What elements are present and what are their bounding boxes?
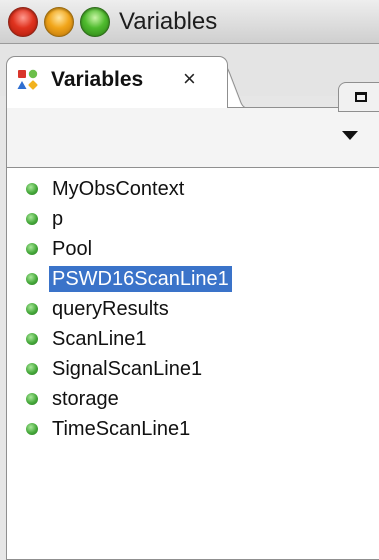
variable-icon — [26, 273, 38, 285]
variable-name: TimeScanLine1 — [52, 418, 191, 440]
variables-view-icon — [17, 69, 38, 90]
variable-name: Pool — [52, 238, 93, 260]
variable-name: MyObsContext — [52, 178, 185, 200]
variable-name: PSWD16ScanLine1 — [49, 266, 232, 292]
variable-icon — [26, 303, 38, 315]
maximize-icon — [355, 92, 367, 102]
variable-icon — [26, 243, 38, 255]
close-window-button[interactable] — [8, 7, 38, 37]
tab-label: Variables — [51, 68, 144, 91]
close-icon[interactable]: × — [183, 66, 196, 92]
list-item[interactable]: storage — [7, 384, 379, 414]
variable-name: ScanLine1 — [52, 328, 147, 350]
variable-icon — [26, 363, 38, 375]
variable-icon — [26, 333, 38, 345]
list-item[interactable]: p — [7, 204, 379, 234]
variable-name: p — [52, 208, 64, 230]
variable-name: queryResults — [52, 298, 169, 320]
list-item[interactable]: MyObsContext — [7, 174, 379, 204]
view-menu-icon[interactable] — [342, 131, 358, 140]
variable-icon — [26, 423, 38, 435]
variable-icon — [26, 183, 38, 195]
maximize-view-button[interactable] — [338, 82, 379, 112]
window-title: Variables — [119, 8, 218, 35]
list-item[interactable]: queryResults — [7, 294, 379, 324]
variable-icon — [26, 393, 38, 405]
variable-name: SignalScanLine1 — [52, 358, 203, 380]
list-item[interactable]: PSWD16ScanLine1 — [7, 264, 379, 294]
zoom-window-button[interactable] — [80, 7, 110, 37]
variable-icon — [26, 213, 38, 225]
view-toolbar — [6, 107, 379, 167]
list-item[interactable]: ScanLine1 — [7, 324, 379, 354]
list-item[interactable]: Pool — [7, 234, 379, 264]
variable-name: storage — [52, 388, 119, 410]
window-titlebar: Variables — [0, 0, 379, 44]
variables-list[interactable]: MyObsContext p Pool PSWD16ScanLine1 quer… — [6, 167, 379, 560]
list-item[interactable]: TimeScanLine1 — [7, 414, 379, 444]
tab-variables[interactable]: Variables × — [6, 56, 228, 108]
list-item[interactable]: SignalScanLine1 — [7, 354, 379, 384]
minimize-window-button[interactable] — [44, 7, 74, 37]
